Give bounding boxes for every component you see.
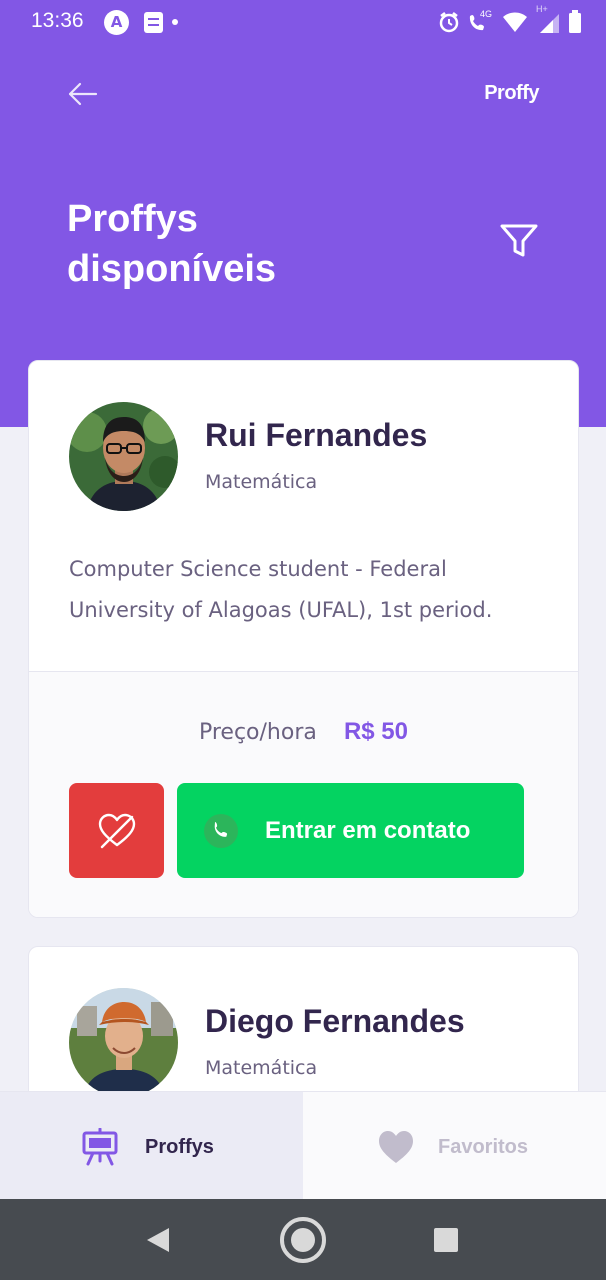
document-notification-icon [144,12,163,33]
page-title: Proffys disponíveis [67,198,277,290]
status-time: 13:36 [31,9,84,32]
heart-icon [379,1131,413,1163]
unfavorite-button[interactable] [69,783,164,878]
call-4g-icon: 4G [468,9,494,33]
teacher-subject: Matemática [205,471,318,493]
status-icons: 4G H+ [438,4,582,36]
square-recents-icon [434,1228,458,1252]
nav-recents-button[interactable] [421,1215,471,1265]
tab-favorites[interactable]: Favoritos [303,1092,606,1199]
brand-logo: Proffy [484,82,539,104]
teacher-name: Rui Fernandes [205,417,428,453]
heart-broken-icon [98,813,135,848]
teacher-avatar [69,988,178,1097]
wifi-icon [503,12,527,32]
tab-proffys[interactable]: Proffys [0,1092,303,1199]
easel-icon [82,1128,118,1166]
battery-icon [569,10,581,33]
whatsapp-icon [204,814,238,848]
teacher-name: Diego Fernandes [205,1003,465,1039]
contact-button[interactable]: Entrar em contato [177,783,524,878]
contact-button-label: Entrar em contato [265,817,471,844]
nav-back-button[interactable] [133,1215,183,1265]
back-arrow-icon[interactable] [66,80,98,108]
network-type-label: 4G [480,9,493,19]
tab-label: Favoritos [438,1136,529,1158]
teacher-subject: Matemática [205,1057,318,1079]
teacher-bio: Computer Science student - Federal Unive… [69,557,493,622]
triangle-back-icon [147,1228,169,1252]
alarm-icon [439,12,459,33]
bottom-tab-bar: Proffys Favoritos [0,1091,606,1199]
price-label: Preço/hora [198,720,317,745]
tab-label: Proffys [145,1136,214,1158]
nav-home-button[interactable] [278,1215,328,1265]
price-value: R$ 50 [343,718,408,745]
status-bar: 13:36 A 4G H+ [0,0,606,46]
teacher-avatar [69,402,178,511]
card-footer: Preço/hora R$ 50 Entrar em contato [29,671,578,917]
app-notification-icon: A [104,10,129,35]
signal-hplus-icon: H+ [536,4,560,34]
filter-icon[interactable] [499,222,539,260]
notification-dot-icon [172,19,178,25]
system-nav-bar [0,1199,606,1280]
teacher-card: Rui Fernandes Matemática Computer Scienc… [28,360,579,918]
home-circle-icon [280,1217,326,1263]
price-row: Preço/hora R$ 50 [29,718,578,746]
